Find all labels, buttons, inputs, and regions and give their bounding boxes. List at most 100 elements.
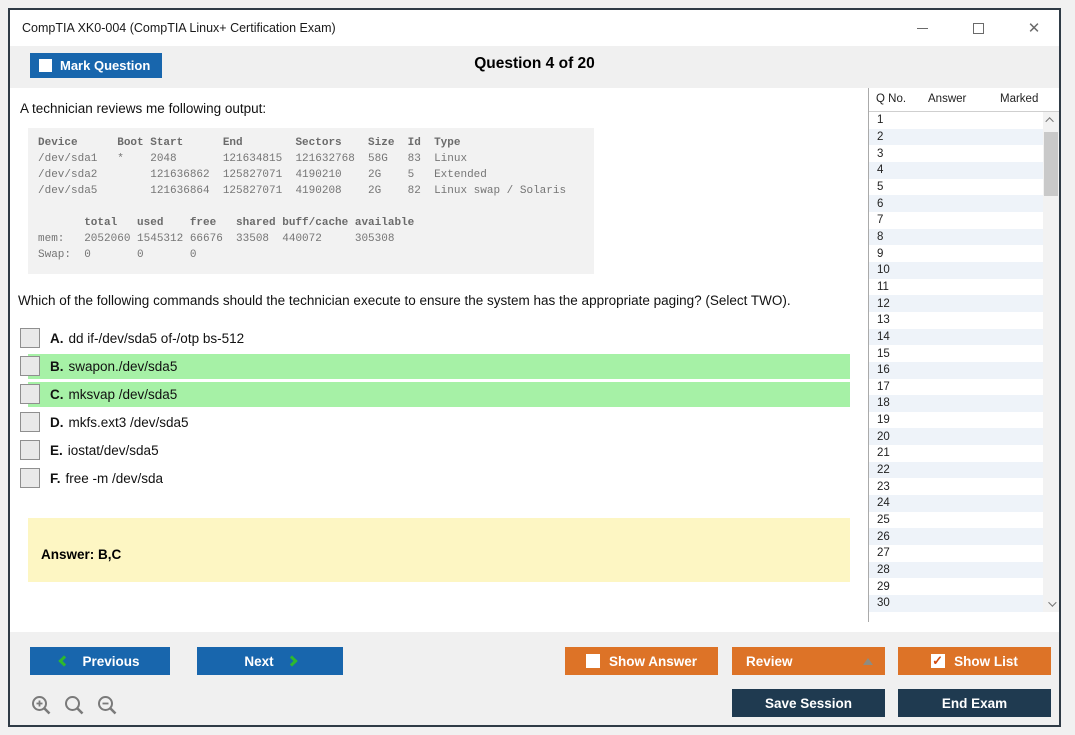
question-list-row[interactable]: 14: [869, 328, 1044, 346]
question-list-row[interactable]: 7: [869, 212, 1044, 229]
show-list-button[interactable]: Show List: [898, 647, 1051, 675]
next-button[interactable]: Next: [197, 647, 343, 675]
question-list-row[interactable]: 12: [869, 295, 1044, 312]
option-letter: E.: [50, 443, 63, 458]
question-list-row[interactable]: 25: [869, 512, 1044, 529]
question-number: 8: [877, 230, 884, 243]
show-list-checkbox[interactable]: [931, 653, 946, 669]
answer-option-c[interactable]: C. mksvap /dev/sda5: [18, 382, 868, 407]
close-button[interactable]: ✕: [1023, 17, 1045, 39]
question-list-row[interactable]: 9: [869, 245, 1044, 262]
zoom-in-icon[interactable]: [30, 694, 54, 718]
review-dropdown-button[interactable]: Review: [732, 647, 885, 675]
question-list-row[interactable]: 30: [869, 595, 1044, 612]
question-number: 25: [877, 514, 890, 527]
question-list-row[interactable]: 23: [869, 478, 1044, 495]
end-exam-button[interactable]: End Exam: [898, 689, 1051, 717]
previous-button[interactable]: Previous: [30, 647, 170, 675]
question-list-row[interactable]: 28: [869, 561, 1044, 579]
header-band: Question 4 of 20 Mark Question: [10, 46, 1059, 88]
question-number: 15: [877, 347, 890, 360]
save-session-button[interactable]: Save Session: [732, 689, 885, 717]
question-number: 21: [877, 447, 890, 460]
scroll-up-button[interactable]: [1043, 112, 1059, 128]
answer-option-f[interactable]: F. free -m /dev/sda: [18, 466, 868, 491]
answer-text: Answer: B,C: [41, 547, 122, 562]
question-list-row[interactable]: 24: [869, 495, 1044, 512]
question-number: 28: [877, 564, 890, 577]
question-list-row[interactable]: 13: [869, 312, 1044, 329]
option-checkbox[interactable]: [20, 328, 40, 348]
zoom-out-icon[interactable]: [96, 694, 120, 718]
question-list-row[interactable]: 2: [869, 128, 1044, 146]
zoom-toolbar: [30, 694, 120, 718]
question-list-row[interactable]: 15: [869, 345, 1044, 362]
answer-option-d[interactable]: D. mkfs.ext3 /dev/sda5: [18, 410, 868, 435]
option-checkbox[interactable]: [20, 468, 40, 488]
question-number: 24: [877, 497, 890, 510]
question-list-row[interactable]: 27: [869, 545, 1044, 562]
option-checkbox[interactable]: [20, 356, 40, 376]
question-list-row[interactable]: 10: [869, 261, 1044, 279]
scroll-down-button[interactable]: [1043, 596, 1059, 612]
question-number: 18: [877, 397, 890, 410]
question-list-row[interactable]: 3: [869, 145, 1044, 162]
question-list-row[interactable]: 26: [869, 528, 1044, 546]
question-list-row[interactable]: 21: [869, 445, 1044, 462]
answer-option-b[interactable]: B. swapon./dev/sda5: [18, 354, 868, 379]
question-number: 27: [877, 547, 890, 560]
show-answer-checkbox[interactable]: [585, 654, 600, 668]
question-intro-text: A technician reviews me following output…: [20, 101, 267, 116]
chevron-up-icon: [1045, 117, 1054, 126]
option-label: F. free -m /dev/sda: [50, 466, 163, 491]
chevron-left-icon: [58, 655, 71, 667]
question-number: 2: [877, 130, 884, 143]
app-window: CompTIA XK0-004 (CompTIA Linux+ Certific…: [8, 8, 1061, 727]
maximize-button[interactable]: [967, 17, 989, 39]
minimize-button[interactable]: [911, 17, 933, 39]
mark-question-button[interactable]: Mark Question: [30, 53, 162, 78]
option-label: C. mksvap /dev/sda5: [50, 382, 177, 407]
show-answer-label: Show Answer: [608, 653, 697, 669]
option-text: mksvap /dev/sda5: [68, 387, 178, 402]
window-controls: ✕: [911, 10, 1045, 46]
review-label: Review: [746, 653, 793, 669]
code-line: /dev/sda2 121636862 125827071 4190210 2G…: [38, 169, 487, 181]
option-label: E. iostat/dev/sda5: [50, 438, 159, 463]
option-checkbox[interactable]: [20, 440, 40, 460]
answer-option-a[interactable]: A. dd if-/dev/sda5 of-/otp bs-512: [18, 326, 868, 351]
question-list-row[interactable]: 20: [869, 428, 1044, 446]
scrollbar-thumb[interactable]: [1044, 132, 1058, 196]
question-list-scrollbar[interactable]: [1043, 112, 1059, 612]
show-answer-button[interactable]: Show Answer: [565, 647, 718, 675]
option-letter: B.: [50, 359, 64, 374]
question-list-row[interactable]: 17: [869, 379, 1044, 396]
chevron-right-icon: [285, 655, 298, 667]
question-list-row[interactable]: 6: [869, 195, 1044, 212]
answer-box: Answer: B,C: [28, 518, 850, 582]
option-letter: A.: [50, 331, 64, 346]
option-checkbox[interactable]: [20, 384, 40, 404]
title-bar: CompTIA XK0-004 (CompTIA Linux+ Certific…: [10, 10, 1059, 46]
question-list-row[interactable]: 4: [869, 161, 1044, 179]
question-list-row[interactable]: 29: [869, 578, 1044, 595]
question-list-row[interactable]: 8: [869, 228, 1044, 246]
question-list-row[interactable]: 19: [869, 412, 1044, 429]
question-list-row[interactable]: 11: [869, 279, 1044, 296]
question-list-row[interactable]: 1: [869, 112, 1044, 129]
question-number: 6: [877, 197, 884, 210]
answer-option-e[interactable]: E. iostat/dev/sda5: [18, 438, 868, 463]
footer-bar: Previous Next Show Answer Review Show Li…: [10, 632, 1059, 725]
question-list-row[interactable]: 22: [869, 461, 1044, 479]
mark-question-checkbox[interactable]: [39, 59, 52, 72]
question-number: 5: [877, 180, 884, 193]
question-list-row[interactable]: 16: [869, 361, 1044, 379]
column-marked: Marked: [1000, 93, 1039, 105]
code-line: mem: 2052060 1545312 66676 33508 440072 …: [38, 233, 395, 245]
option-checkbox[interactable]: [20, 412, 40, 432]
zoom-reset-icon[interactable]: [63, 694, 87, 718]
question-list-row[interactable]: 18: [869, 395, 1044, 412]
question-number: 3: [877, 147, 884, 160]
question-list-row[interactable]: 5: [869, 179, 1044, 196]
